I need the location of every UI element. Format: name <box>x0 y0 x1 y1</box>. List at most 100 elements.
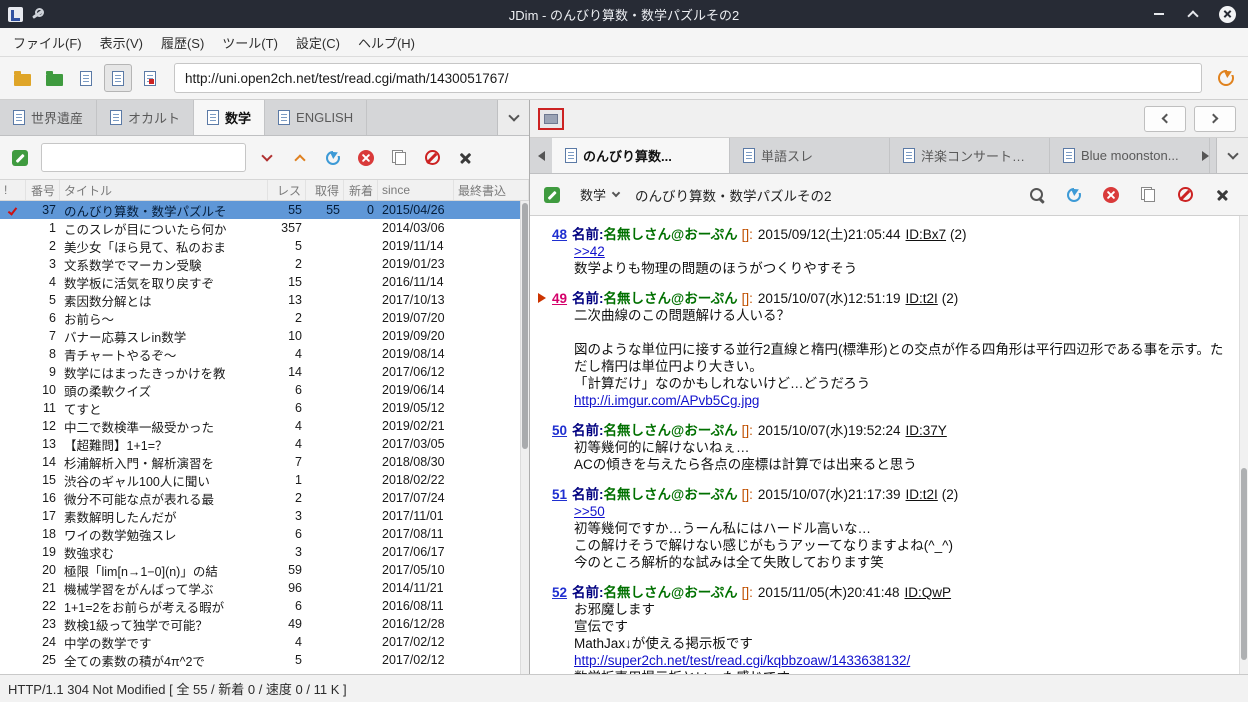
table-row[interactable]: 8 青チャートやるぞ〜 4 2019/08/14 <box>0 345 529 363</box>
board-tab-世界遺産[interactable]: 世界遺産 <box>0 100 98 135</box>
menu-item[interactable]: ファイル(F) <box>4 28 91 56</box>
focused-pane-icon[interactable] <box>538 107 564 130</box>
table-row[interactable]: 25 全ての素数の積が4π^2で 5 2017/02/12 <box>0 651 529 669</box>
search-in-thread-button[interactable] <box>1025 183 1049 207</box>
post-number-link[interactable]: 48 <box>552 227 567 242</box>
ng-button[interactable] <box>420 146 444 170</box>
anchor-link[interactable]: >>42 <box>574 244 605 259</box>
search-down-button[interactable] <box>255 146 279 170</box>
board-tab-ENGLISH[interactable]: ENGLISH <box>265 100 368 135</box>
scrollbar-thumb[interactable] <box>1241 467 1247 661</box>
thread-list-view-button[interactable] <box>72 64 100 92</box>
menu-item[interactable]: 設定(C) <box>287 28 349 56</box>
menu-item[interactable]: ツール(T) <box>213 28 287 56</box>
table-row[interactable]: 14 杉浦解析入門・解析演習を 7 2018/08/30 <box>0 453 529 471</box>
column-header[interactable]: レス <box>268 180 306 200</box>
menu-item[interactable]: 表示(V) <box>91 28 152 56</box>
reload-list-button[interactable] <box>321 146 345 170</box>
table-row[interactable]: 3 文系数学でマーカン受験 2 2019/01/23 <box>0 255 529 273</box>
anchor-link[interactable]: http://super2ch.net/test/read.cgi/kqbbzo… <box>574 653 910 668</box>
table-row[interactable]: 23 数検1級って独学で可能？ 49 2016/12/28 <box>0 615 529 633</box>
post-id-link[interactable]: ID:37Y <box>906 423 947 438</box>
post-number-link[interactable]: 52 <box>552 585 567 600</box>
table-row[interactable]: 4 数学板に活気を取り戻すぞ 15 2016/11/14 <box>0 273 529 291</box>
stop-thread-button[interactable] <box>1099 183 1123 207</box>
table-row[interactable]: 7 バナー応募スレin数学 10 2019/09/20 <box>0 327 529 345</box>
search-up-button[interactable] <box>288 146 312 170</box>
ng-thread-button[interactable] <box>1173 183 1197 207</box>
board-tab-数学[interactable]: 数学 <box>194 100 266 135</box>
post-id-link[interactable]: ID:t2I <box>906 291 938 306</box>
post-number-link[interactable]: 49 <box>552 291 567 306</box>
column-header[interactable]: 最終書込 <box>454 180 529 200</box>
thread-view-button[interactable] <box>104 64 132 92</box>
table-row[interactable]: 12 中二で数検準一級受かった 4 2019/02/21 <box>0 417 529 435</box>
scrollbar-thumb[interactable] <box>522 203 528 449</box>
column-header[interactable]: 新着 <box>344 180 378 200</box>
board-tab-list-button[interactable] <box>497 100 529 135</box>
write-button[interactable] <box>8 146 32 170</box>
thread-scrollbar[interactable] <box>1239 216 1248 674</box>
thread-tab[interactable]: 単語スレ <box>730 138 890 173</box>
thread-tab-list-button[interactable] <box>1216 138 1248 173</box>
reload-thread-button[interactable] <box>1062 183 1086 207</box>
board-tab-オカルト[interactable]: オカルト <box>97 100 195 135</box>
post-id-link[interactable]: ID:t2I <box>906 487 938 502</box>
thread-tab[interactable]: のんびり算数... <box>552 138 730 173</box>
table-row[interactable]: 18 ワイの数学勉強スレ 6 2017/08/11 <box>0 525 529 543</box>
table-row[interactable]: 6 お前ら〜 2 2019/07/20 <box>0 309 529 327</box>
thread-tab[interactable]: 洋楽コンサートスレ <box>890 138 1050 173</box>
post-number-link[interactable]: 50 <box>552 423 567 438</box>
table-row[interactable]: 9 数学にはまったきっかけを教 14 2017/06/12 <box>0 363 529 381</box>
favorites-button[interactable] <box>40 64 68 92</box>
table-row[interactable]: 13 【超難問】1+1=？ 4 2017/03/05 <box>0 435 529 453</box>
table-row[interactable]: 20 極限「lim[n→1−0](n)」の結 59 2017/05/10 <box>0 561 529 579</box>
search-input[interactable] <box>41 143 246 172</box>
anchor-link[interactable]: >>50 <box>574 504 605 519</box>
table-row[interactable]: 19 数強求む 3 2017/06/17 <box>0 543 529 561</box>
image-view-button[interactable] <box>136 64 164 92</box>
table-row[interactable]: 37 のんびり算数・数学パズルそ 55 55 0 2015/04/26 <box>0 201 529 219</box>
maximize-button[interactable] <box>1184 5 1202 23</box>
copy-button[interactable] <box>387 146 411 170</box>
board-list-button[interactable] <box>8 64 36 92</box>
table-row[interactable]: 11 てすと 6 2019/05/12 <box>0 399 529 417</box>
board-scrollbar[interactable] <box>520 201 529 674</box>
table-row[interactable]: 21 機械学習をがんばって学ぶ 96 2014/11/21 <box>0 579 529 597</box>
table-row[interactable]: 1 このスレが目についたら何か 357 2014/03/06 <box>0 219 529 237</box>
url-input[interactable] <box>174 63 1202 93</box>
tab-scroll-right-button[interactable] <box>1194 105 1236 132</box>
table-row[interactable]: 2 美少女「ほら見て、私のおま 5 2019/11/14 <box>0 237 529 255</box>
minimize-button[interactable] <box>1150 5 1168 23</box>
copy-thread-button[interactable] <box>1136 183 1160 207</box>
post-id-link[interactable]: ID:Bx7 <box>906 227 947 242</box>
post-number-link[interactable]: 51 <box>552 487 567 502</box>
column-header[interactable]: 番号 <box>26 180 60 200</box>
menu-item[interactable]: 履歴(S) <box>152 28 213 56</box>
column-header[interactable]: タイトル <box>60 180 268 200</box>
stop-button[interactable] <box>354 146 378 170</box>
close-tab-button[interactable] <box>453 146 477 170</box>
tab-scroll-left-button[interactable] <box>1144 105 1186 132</box>
column-header[interactable]: ! <box>0 180 26 200</box>
column-header[interactable]: since <box>378 180 454 200</box>
post-id-link[interactable]: ID:QwP <box>905 585 952 600</box>
column-header[interactable]: 取得 <box>306 180 344 200</box>
tabbar-forward-button[interactable] <box>1194 138 1216 173</box>
table-row[interactable]: 5 素因数分解とは 13 2017/10/13 <box>0 291 529 309</box>
close-window-button[interactable] <box>1218 5 1236 23</box>
tabbar-back-button[interactable] <box>530 138 552 173</box>
write-post-button[interactable] <box>540 183 564 207</box>
table-row[interactable]: 15 渋谷のギャル100人に聞い 1 2018/02/22 <box>0 471 529 489</box>
board-select-dropdown[interactable]: 数学 <box>574 181 625 209</box>
table-row[interactable]: 24 中学の数学です 4 2017/02/12 <box>0 633 529 651</box>
table-row[interactable]: 16 微分不可能な点が表れる最 2 2017/07/24 <box>0 489 529 507</box>
thread-tab[interactable]: Blue moonston... <box>1050 138 1210 173</box>
open-url-button[interactable] <box>1212 64 1240 92</box>
anchor-link[interactable]: http://i.imgur.com/APvb5Cg.jpg <box>574 393 759 408</box>
close-thread-tab-button[interactable] <box>1210 183 1234 207</box>
table-row[interactable]: 10 頭の柔軟クイズ 6 2019/06/14 <box>0 381 529 399</box>
table-row[interactable]: 17 素数解明したんだが 3 2017/11/01 <box>0 507 529 525</box>
menu-item[interactable]: ヘルプ(H) <box>349 28 424 56</box>
table-row[interactable]: 22 1+1=2をお前らが考える暇が 6 2016/08/11 <box>0 597 529 615</box>
